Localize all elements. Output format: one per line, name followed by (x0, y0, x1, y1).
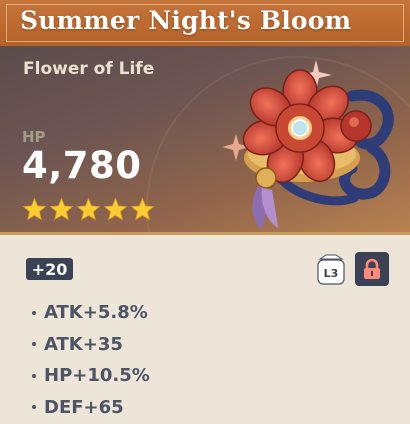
bullet-icon (32, 342, 36, 347)
lock-button[interactable] (355, 252, 389, 286)
star-icon (49, 197, 74, 221)
lock-icon (364, 258, 380, 279)
artifact-flower-image (222, 60, 394, 230)
substat-item: ATK+35 (32, 329, 150, 361)
star-icon (76, 197, 101, 221)
substat-text: ATK+5.8% (44, 302, 148, 324)
star-icon (130, 197, 155, 221)
main-stat-value: 4,780 (22, 144, 142, 187)
star-icon (22, 197, 47, 221)
bullet-icon (32, 405, 36, 410)
substat-list: ATK+5.8% ATK+35 HP+10.5% DEF+65 (32, 297, 150, 423)
artifact-name: Summer Night's Bloom (20, 6, 352, 35)
substat-item: DEF+65 (32, 392, 150, 424)
artifact-slot: Flower of Life (23, 59, 155, 79)
level-badge: +20 (26, 258, 73, 280)
bullet-icon (32, 310, 36, 315)
title-bar: Summer Night's Bloom (0, 0, 410, 46)
star-icon (103, 197, 128, 221)
lock-level-label: L3 (324, 267, 339, 280)
bullet-icon (32, 373, 36, 378)
substat-text: HP+10.5% (44, 365, 150, 387)
substat-item: HP+10.5% (32, 360, 150, 392)
substat-text: DEF+65 (44, 396, 124, 418)
substat-text: ATK+35 (44, 333, 123, 355)
substat-item: ATK+5.8% (32, 297, 150, 329)
rarity-stars (22, 197, 155, 222)
lock-level-tag-icon[interactable]: L3 (312, 252, 350, 286)
